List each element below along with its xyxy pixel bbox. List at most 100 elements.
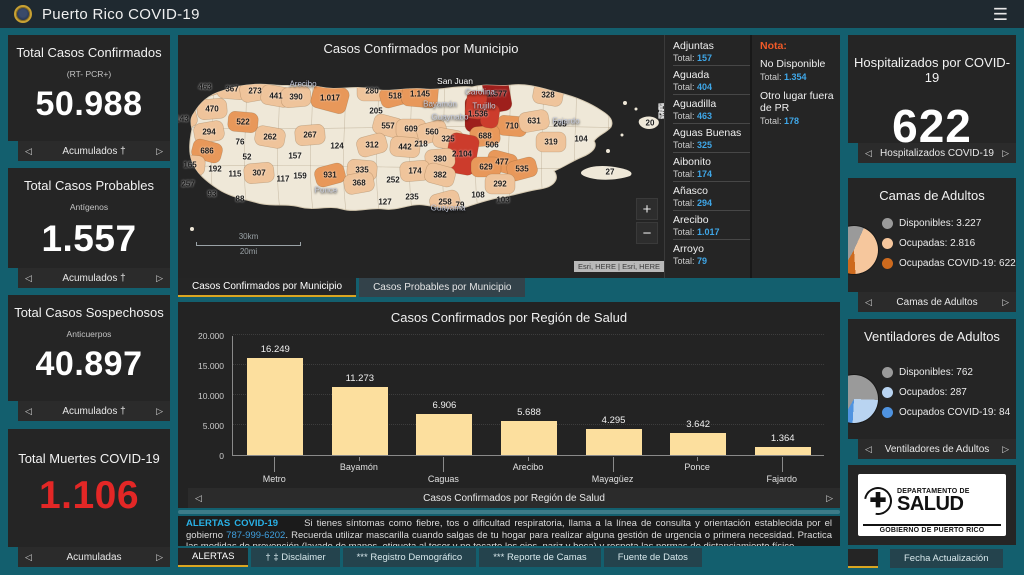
bar-value-label: 5.688 <box>517 406 541 418</box>
panel-title: Total Casos Confirmados <box>16 45 162 60</box>
app-title: Puerto Rico COVID-19 <box>42 5 200 23</box>
muni-list-item[interactable]: Añasco Total: 294 <box>673 182 750 211</box>
next-arrow-icon[interactable]: ▷ <box>1002 148 1009 159</box>
map-municipality-value: 319 <box>544 137 558 147</box>
muni-list-item[interactable]: Aguada Total: 404 <box>673 66 750 95</box>
muni-list-item[interactable]: Aguadilla Total: 463 <box>673 95 750 124</box>
muni-list-item[interactable]: Aibonito Total: 174 <box>673 153 750 182</box>
carousel-footer: ◁ Acumulados † ▷ <box>18 141 170 161</box>
footer-label: Acumuladas <box>66 551 122 563</box>
gridline <box>233 334 824 335</box>
chart-carousel-footer: ◁ Casos Confirmados por Región de Salud … <box>188 488 840 508</box>
gridline <box>233 394 824 395</box>
muni-list-item[interactable]: Arecibo Total: 1.017 <box>673 211 750 240</box>
nota-name: Otro lugar fuera de PR <box>760 90 834 114</box>
tab-registro-demografico[interactable]: *** Registro Demográfico <box>342 548 477 567</box>
prev-arrow-icon[interactable]: ◁ <box>25 273 32 284</box>
stat-value: 622 <box>892 100 972 143</box>
zoom-in-button[interactable]: + <box>636 198 658 220</box>
map-municipality-value: 2.104 <box>451 149 473 159</box>
panel-total-muertes: Total Muertes COVID-19 1.106 ◁ Acumulada… <box>8 429 170 567</box>
map-tab-strip: Casos Confirmados por Municipio Casos Pr… <box>178 278 840 297</box>
map-municipality-value: 1.017 <box>319 93 341 103</box>
prev-arrow-icon[interactable]: ◁ <box>865 148 872 159</box>
hamburger-menu-icon[interactable]: ☰ <box>987 4 1014 25</box>
legend-label: Disponibles: 762 <box>899 367 973 378</box>
chart-bar[interactable] <box>247 357 304 455</box>
alert-phone-link[interactable]: 787-999-6202 <box>226 530 285 541</box>
resize-handle[interactable] <box>178 510 840 514</box>
prev-arrow-icon[interactable]: ◁ <box>25 146 32 157</box>
chart-bar[interactable] <box>331 387 388 455</box>
chart-bar[interactable] <box>416 413 473 455</box>
map-municipality-value: 1.145 <box>409 89 431 99</box>
map-municipality-value: 686 <box>200 146 214 156</box>
basemap-grid-icon[interactable] <box>658 103 664 119</box>
map-municipality-value: 257 <box>181 179 195 189</box>
x-axis-tick <box>528 457 529 461</box>
legend-dot-icon <box>882 238 893 249</box>
tab-alertas[interactable]: ALERTAS <box>178 548 249 567</box>
prev-arrow-icon[interactable]: ◁ <box>865 444 872 455</box>
tab-casos-probables-municipio[interactable]: Casos Probables por Municipio <box>359 278 526 297</box>
next-arrow-icon[interactable]: ▷ <box>1002 297 1009 308</box>
muni-total: Total: 157 <box>673 53 713 63</box>
next-arrow-icon[interactable]: ▷ <box>826 493 833 504</box>
legend-row: Ocupadas COVID-19: 622 <box>882 258 1016 269</box>
muni-list-item[interactable]: Arroyo Total: 79 <box>673 240 750 268</box>
scale-km: 30km <box>238 232 259 241</box>
next-arrow-icon[interactable]: ▷ <box>156 552 163 563</box>
chart-bar[interactable] <box>754 446 811 455</box>
tab-disclaimer[interactable]: † ‡ Disclaimer <box>251 548 340 567</box>
panel-title: Total Muertes COVID-19 <box>18 451 160 466</box>
map-municipality-value: 174 <box>408 166 422 176</box>
chart-bar[interactable] <box>501 420 557 455</box>
legend-dot-icon <box>882 218 893 229</box>
prev-arrow-icon[interactable]: ◁ <box>25 552 32 563</box>
legend-label: Ocupados: 287 <box>899 387 967 398</box>
muni-total: Total: 404 <box>673 82 713 92</box>
muni-list-item[interactable]: Aguas Buenas Total: 325 <box>673 124 750 153</box>
x-axis-tick <box>358 457 360 461</box>
vents-legend: Disponibles: 762 Ocupados: 287 Ocupados CO… <box>882 367 1010 427</box>
tab-fuente-de-datos[interactable]: Fuente de Datos <box>603 548 702 567</box>
chart-bar[interactable] <box>585 429 642 455</box>
departamento-salud-logo: ✚ DEPARTAMENTO DE SALUD GOBIERNO DE PUER… <box>858 474 1006 536</box>
chart-footer-label: Casos Confirmados por Región de Salud <box>423 492 605 504</box>
next-arrow-icon[interactable]: ▷ <box>156 273 163 284</box>
map-municipality-value: 710 <box>505 121 519 131</box>
map-city-label: Guayama <box>430 203 466 213</box>
logo-line-2: SALUD <box>897 493 964 515</box>
prev-arrow-icon[interactable]: ◁ <box>865 297 872 308</box>
muni-list-item[interactable]: Adjuntas Total: 157 <box>673 37 750 66</box>
next-arrow-icon[interactable]: ▷ <box>156 406 163 417</box>
muni-total: Total: 1.017 <box>673 227 720 237</box>
map-municipality-value: 157 <box>288 151 302 161</box>
tab-fecha-actualizacion[interactable]: Fecha Actualización <box>890 549 1003 568</box>
map-municipality-value: 328 <box>541 90 555 100</box>
chart-plot[interactable]: 16.249 11.273 6.906 5.688 4.295 3.642 1.364 <box>232 334 824 456</box>
legend-row: Ocupados COVID-19: 84 <box>882 407 1010 418</box>
next-arrow-icon[interactable]: ▷ <box>156 146 163 157</box>
panel-subtitle: Anticuerpos <box>66 329 112 339</box>
zoom-out-button[interactable]: − <box>636 222 658 244</box>
nota-item: Otro lugar fuera de PR Total: 178 <box>760 90 836 126</box>
footer-label: Ventiladores de Adultos <box>884 443 990 455</box>
map-municipality-value: 192 <box>208 164 222 174</box>
map-canvas[interactable]: + − 30km 20mi Esri, HERE | Esri, HERE 46… <box>178 59 664 274</box>
chart-bar[interactable] <box>670 433 727 455</box>
alert-tag: ALERTAS COVID-19 <box>186 518 279 529</box>
map-municipality-value: 367 <box>225 84 239 94</box>
prev-arrow-icon[interactable]: ◁ <box>195 493 202 504</box>
carousel-footer: ◁ Camas de Adultos ▷ <box>858 292 1016 312</box>
muni-total: Total: 463 <box>673 111 713 121</box>
tab-casos-confirmados-municipio[interactable]: Casos Confirmados por Municipio <box>178 278 357 297</box>
next-arrow-icon[interactable]: ▷ <box>1002 444 1009 455</box>
nota-title: Nota: <box>760 40 787 52</box>
tab-active-stub[interactable] <box>848 549 878 568</box>
stat-value: 1.557 <box>41 218 137 259</box>
legend-dot-icon <box>882 258 893 269</box>
map-municipality-value: 273 <box>248 86 262 96</box>
prev-arrow-icon[interactable]: ◁ <box>25 406 32 417</box>
tab-reporte-de-camas[interactable]: *** Reporte de Camas <box>479 548 601 567</box>
